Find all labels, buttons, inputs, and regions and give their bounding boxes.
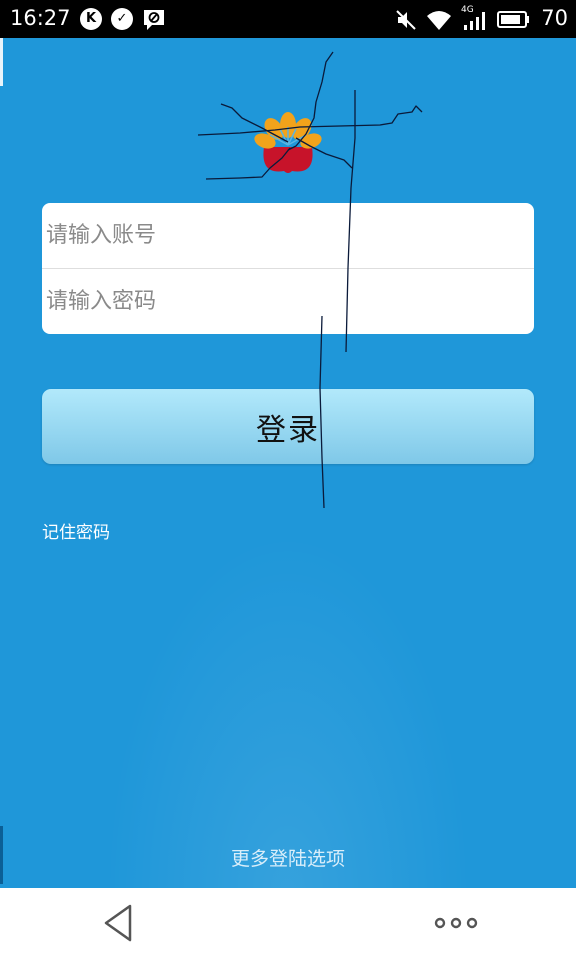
k-icon: K: [80, 8, 102, 30]
signal-4g-icon: [464, 12, 485, 30]
battery-icon: [497, 11, 529, 28]
more-login-options-link[interactable]: 更多登陆选项: [0, 844, 576, 871]
navigation-bar: [0, 888, 576, 960]
back-icon[interactable]: [98, 902, 140, 944]
status-time: 16:27: [10, 6, 71, 30]
status-bar: 16:27 K ✓ 4G 70: [0, 0, 576, 38]
login-button[interactable]: 登录: [42, 389, 534, 464]
login-screen: 登录 记住密码 更多登陆选项: [0, 38, 576, 888]
login-form: [42, 203, 534, 334]
more-options-icon[interactable]: [430, 912, 482, 934]
blocked-message-icon: [144, 10, 164, 30]
check-icon: ✓: [111, 8, 133, 30]
mute-icon: [396, 10, 416, 30]
password-input[interactable]: [42, 269, 534, 334]
account-input[interactable]: [42, 203, 534, 268]
remember-password-toggle[interactable]: 记住密码: [42, 518, 110, 543]
battery-level: 70: [541, 6, 568, 30]
wifi-icon: [427, 11, 451, 30]
